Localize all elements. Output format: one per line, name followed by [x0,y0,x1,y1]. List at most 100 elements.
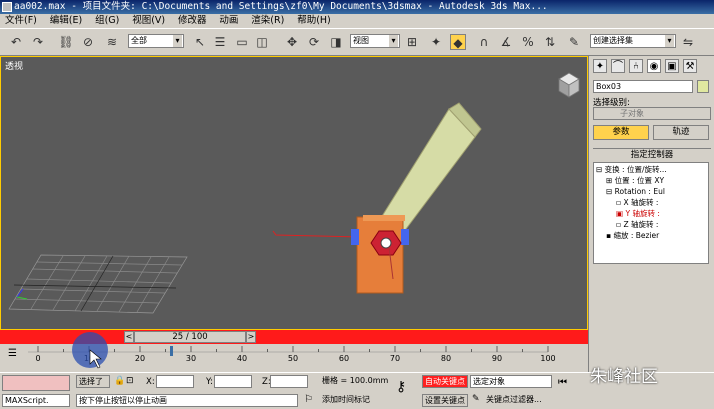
ruler-tick-label: 80 [440,354,452,363]
spinner-snap-icon[interactable]: ⇅ [542,34,558,50]
motion-tab-icon[interactable]: ◉ [647,59,661,73]
set-key-icon[interactable]: ⚷ [396,379,406,395]
z-coord-field[interactable] [270,375,308,388]
time-slider[interactable]: 25 / 100 [134,331,246,343]
utilities-tab-icon[interactable]: ⚒ [683,59,697,73]
auto-key-button[interactable]: 自动关键点 [422,375,468,388]
add-time-tag[interactable]: 添加时间标记 [320,394,390,407]
lock-icon[interactable]: 🔒 [114,376,125,386]
window-crossing-icon[interactable]: ◫ [254,34,270,50]
ruler-tick-label: 60 [338,354,350,363]
perspective-viewport[interactable]: 透视 [0,56,588,330]
snaps-toggle-icon[interactable]: ∩ [476,34,492,50]
controller-tree[interactable]: ⊟ 变换 : 位置/旋转... ⊞ 位置 : 位置 XY ⊟ Rotation … [593,162,709,264]
main-toolbar: ↶ ↷ ⛓ ⊘ ≋ 全部 ↖ ☰ ▭ ◫ ✥ ⟳ ◨ 视图 ⊞ ✦ ◆ ∩ ∡ … [0,28,714,56]
menu-animation[interactable]: 动画 [214,14,243,28]
tree-item[interactable]: ▪ 缩放 : Bezier [606,231,659,241]
watermark-community: 朱峰社区 [590,367,658,387]
menu-modifiers[interactable]: 修改器 [173,14,212,28]
maxscript-listener[interactable] [2,375,70,391]
maxscript-label[interactable]: MAXScript. [2,394,70,407]
selection-filter-select[interactable]: 全部 [128,34,184,48]
tree-item[interactable]: ▫ Z 轴旋转 : [616,220,658,230]
rotate-icon[interactable]: ⟳ [306,34,322,50]
time-tag-icon[interactable]: ⚐ [304,394,313,405]
scene-canvas [8,72,580,314]
key-filter-select[interactable]: 选定对象 [470,375,552,388]
app-icon[interactable] [2,2,12,12]
time-slider-next[interactable]: > [246,331,256,343]
tree-item[interactable]: ⊞ 位置 : 位置 XY [606,176,664,186]
unlink-icon[interactable]: ⊘ [80,34,96,50]
set-key-button[interactable]: 设置关键点 [422,394,468,407]
y-coord-field[interactable] [214,375,252,388]
redo-icon[interactable]: ↷ [30,34,46,50]
absolute-mode-icon[interactable]: ⊡ [126,376,134,386]
grid-size: 栅格 = 100.0mm [322,376,389,385]
track-mini-curve-icon[interactable]: ☰ [8,348,17,359]
ground-grid [8,254,188,314]
ruler-tick-label: 0 [35,354,41,363]
menu-help[interactable]: 帮助(H) [292,14,336,28]
key-filter-icon[interactable]: ✎ [472,394,480,404]
tree-item[interactable]: ▫ X 轴旋转 : [616,198,658,208]
ruler-tick-label: 70 [389,354,401,363]
key-filters-button[interactable]: 关键点过滤器... [484,394,552,407]
object-name-field[interactable]: Box03 [593,80,693,93]
menu-view[interactable]: 视图(V) [127,14,170,28]
menu-file[interactable]: 文件(F) [0,14,42,28]
link-icon[interactable]: ⛓ [58,34,74,50]
window-titlebar: aa002.max - 项目文件夹: C:\Documents and Sett… [0,0,714,14]
undo-icon[interactable]: ↶ [8,34,24,50]
command-panel: ✦ ⌒ ⑃ ◉ ▣ ⚒ Box03 选择级别: 子对象 参数 轨迹 指定控制器 … [588,56,714,372]
move-icon[interactable]: ✥ [284,34,300,50]
ruler-tick-label: 30 [185,354,197,363]
display-tab-icon[interactable]: ▣ [665,59,679,73]
axis-tripod [16,288,28,300]
tree-item-selected[interactable]: ▣ Y 轴旋转 : [616,209,660,219]
edit-named-sel-icon[interactable]: ✎ [566,34,582,50]
object-color-swatch[interactable] [697,80,709,93]
tab-trajectories[interactable]: 轨迹 [653,125,709,140]
selection-level-select[interactable]: 子对象 [593,107,711,120]
tree-item[interactable]: ⊟ Rotation : Eul [606,187,665,197]
menu-edit[interactable]: 编辑(E) [45,14,87,28]
ruler-tick-label: 50 [287,354,299,363]
pivot-center-icon[interactable]: ⊞ [404,34,420,50]
hierarchy-tab-icon[interactable]: ⑃ [629,59,643,73]
create-tab-icon[interactable]: ✦ [593,59,607,73]
panel-tabs: ✦ ⌒ ⑃ ◉ ▣ ⚒ [593,59,711,77]
ruler-tick-label: 40 [236,354,248,363]
keyboard-shortcut-icon[interactable]: ◆ [450,34,466,50]
select-manipulate-icon[interactable]: ✦ [428,34,444,50]
ruler-tick-label: 20 [134,354,146,363]
selection-count: 选择了 [76,375,110,388]
tab-parameters[interactable]: 参数 [593,125,649,140]
time-slider-prev[interactable]: < [124,331,134,343]
menu-render[interactable]: 渲染(R) [246,14,289,28]
goto-start-icon[interactable]: ⏮ [558,377,567,388]
named-selection-sets[interactable]: 创建选择集 [590,34,676,48]
reference-coord-select[interactable]: 视图 [350,34,400,48]
trajectory-path [272,230,362,238]
assign-controller-rollout[interactable]: 指定控制器 [593,148,711,160]
viewcube-icon [558,72,580,98]
tree-item[interactable]: ⊟ 变换 : 位置/旋转... [596,165,667,175]
menu-bar: 文件(F) 编辑(E) 组(G) 视图(V) 修改器 动画 渲染(R) 帮助(H… [0,14,714,28]
rollout-title: 指定控制器 [630,150,674,160]
angle-snap-icon[interactable]: ∡ [498,34,514,50]
x-coord-field[interactable] [156,375,194,388]
percent-snap-icon[interactable]: % [520,34,536,50]
modify-tab-icon[interactable]: ⌒ [611,59,625,73]
rect-selection-icon[interactable]: ▭ [234,34,250,50]
menu-group[interactable]: 组(G) [90,14,124,28]
bind-space-warp-icon[interactable]: ≋ [104,34,120,50]
green-arm [378,108,476,234]
mouse-click-indicator [72,332,108,369]
select-by-name-icon[interactable]: ☰ [212,34,228,50]
ruler-tick-label: 100 [540,354,556,363]
scale-icon[interactable]: ◨ [328,34,344,50]
select-object-icon[interactable]: ↖ [192,34,208,50]
blue-hinge [351,229,359,245]
mirror-icon[interactable]: ⇋ [680,34,696,50]
